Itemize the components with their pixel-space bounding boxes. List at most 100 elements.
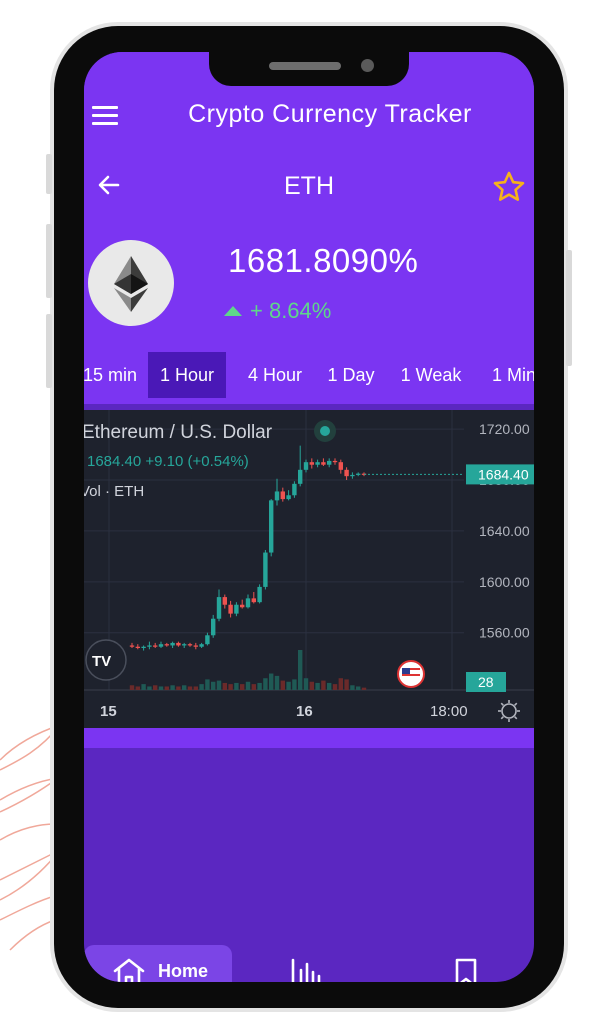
last-price-tag-label: 1684.40: [478, 466, 529, 482]
price-tick-label: 1720.00: [479, 421, 530, 437]
tab-1-weak[interactable]: 1 Weak: [390, 352, 472, 398]
volume-bar: [158, 686, 164, 690]
time-tick-label: 18:00: [430, 703, 468, 720]
candle-body: [332, 460, 338, 463]
volume-bar: [332, 684, 338, 690]
volume-bar: [309, 681, 314, 690]
candle-body: [135, 646, 140, 648]
live-indicator-dot: [320, 426, 330, 436]
volume-bar: [170, 685, 175, 690]
price-change: + 8.64%: [224, 298, 331, 324]
volume-bar: [147, 686, 152, 690]
candle-body: [170, 642, 175, 646]
volume-bar: [153, 685, 158, 690]
price-tick-label: 1640.00: [479, 523, 530, 539]
tab-1-day[interactable]: 1 Day: [320, 352, 382, 398]
price-chart[interactable]: 1720.001680.001640.001600.001560.001684.…: [84, 410, 534, 728]
volume-bar: [350, 685, 355, 690]
quote-last: 1684.40 +9.10 (+0.54%): [87, 453, 249, 470]
candle-body: [141, 646, 146, 648]
candle-body: [263, 552, 268, 587]
volume-down-button: [46, 314, 52, 388]
volume-bar: [344, 679, 349, 690]
candle-body: [164, 644, 169, 646]
volume-bar: [205, 679, 210, 690]
home-icon: [113, 958, 145, 982]
app-screen: Crypto Currency Tracker ETH 1681.8090% +…: [84, 52, 534, 982]
candle-body: [216, 597, 222, 619]
time-tick-label: 16: [296, 703, 313, 720]
us-flag-stripe: [402, 674, 420, 676]
tab-1-hour[interactable]: 1 Hour: [148, 352, 226, 398]
candle-body: [292, 483, 297, 496]
candle-body: [286, 495, 291, 500]
phone-frame: Crypto Currency Tracker ETH 1681.8090% +…: [46, 26, 572, 1008]
candle-body: [211, 618, 216, 636]
volume-bar: [199, 684, 204, 690]
volume-bar: [176, 686, 181, 690]
back-arrow-icon[interactable]: [96, 172, 122, 198]
chart-footer-strip: [84, 728, 534, 748]
price-tick-label: 1600.00: [479, 574, 530, 590]
us-flag-canton: [402, 668, 410, 674]
volume-bar: [361, 687, 367, 690]
star-outline-icon[interactable]: [492, 170, 526, 204]
candle-body: [228, 604, 233, 614]
bottom-nav: Home: [84, 928, 534, 982]
volume-bar: [251, 684, 256, 690]
volume-bar: [164, 686, 169, 690]
bookmark-icon[interactable]: [454, 957, 478, 982]
volume-bar: [193, 686, 198, 690]
tab-4-hour[interactable]: 4 Hour: [234, 352, 316, 398]
volume-bar: [228, 684, 233, 690]
candle-body: [205, 635, 210, 645]
nav-home-button[interactable]: Home: [84, 945, 232, 982]
volume-bar: [182, 685, 187, 690]
interval-tabs: 15 min 1 Hour 4 Hour 1 Day 1 Weak 1 Min: [84, 352, 534, 398]
candle-body: [315, 462, 320, 465]
tradingview-logo-mark: TV: [92, 653, 111, 670]
candle-body: [321, 462, 326, 465]
front-camera: [361, 59, 374, 72]
volume-bar: [298, 650, 303, 690]
candle-body: [182, 644, 187, 646]
volume-bar: [135, 686, 140, 690]
candle-body: [280, 491, 285, 500]
chart-title: Ethereum / U.S. Dollar: [84, 422, 273, 443]
candle-body: [356, 473, 361, 475]
volume-bar: [211, 681, 216, 690]
price-tick-label: 1560.00: [479, 625, 530, 641]
candle-body: [129, 645, 135, 647]
volume-bar: [292, 679, 297, 690]
tab-1-min[interactable]: 1 Min: [484, 352, 534, 398]
volume-bar: [280, 680, 285, 690]
price-change-value: + 8.64%: [250, 298, 332, 323]
app-title: Crypto Currency Tracker: [188, 100, 472, 128]
volume-bar: [338, 678, 343, 690]
volume-tag-label: 28: [478, 674, 494, 690]
time-axis-mask: [468, 696, 534, 728]
coin-symbol: ETH: [284, 172, 334, 200]
volume-bar: [303, 678, 309, 690]
chart-svg: 1720.001680.001640.001600.001560.001684.…: [84, 410, 534, 728]
power-button: [566, 250, 572, 366]
bar-chart-icon[interactable]: [290, 958, 326, 982]
hamburger-menu-icon[interactable]: [92, 106, 118, 126]
notch: [209, 52, 409, 86]
tab-15-min[interactable]: 15 min: [84, 352, 140, 398]
candle-body: [274, 491, 280, 501]
volume-up-button: [46, 224, 52, 298]
candle-body: [234, 604, 239, 614]
volume-bar: [141, 684, 146, 690]
candle-body: [298, 469, 303, 484]
volume-bar: [187, 686, 193, 690]
candle-body: [303, 462, 309, 470]
volume-bar: [245, 681, 251, 690]
candle-body: [158, 644, 164, 647]
mute-switch: [46, 154, 52, 194]
volume-bar: [222, 682, 227, 690]
volume-bar: [240, 684, 245, 690]
volume-label: Vol · ETH: [84, 483, 144, 500]
candle-body: [222, 597, 227, 605]
candle-body: [153, 645, 158, 647]
